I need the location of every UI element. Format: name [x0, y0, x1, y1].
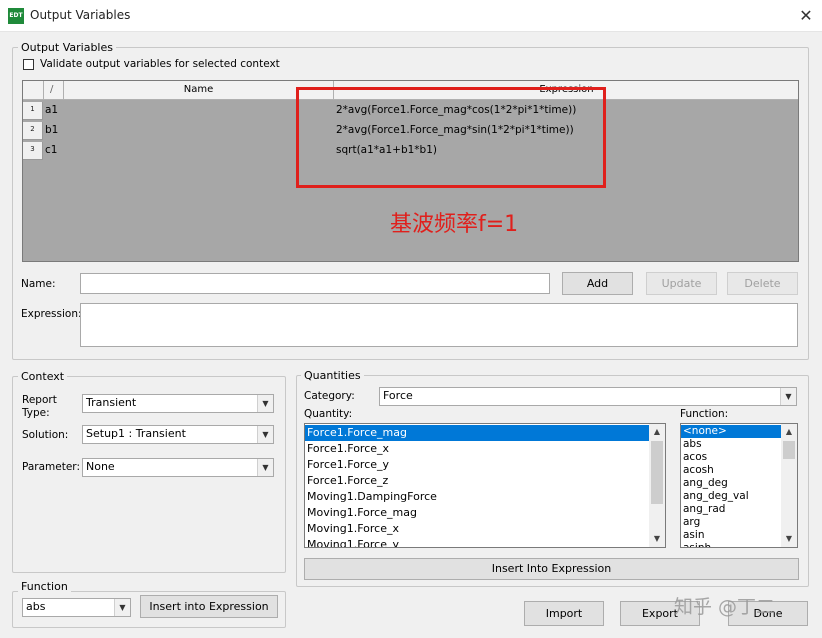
list-item[interactable]: Force1.Force_z: [305, 473, 649, 489]
context-legend: Context: [18, 370, 68, 383]
list-item[interactable]: ang_deg_val: [681, 490, 781, 503]
scroll-up-icon[interactable]: ▲: [781, 424, 797, 440]
title-bar: EDT Output Variables ✕: [0, 0, 822, 32]
table-cell-name[interactable]: c1: [45, 144, 57, 156]
insert-into-expression-button[interactable]: Insert Into Expression: [304, 558, 799, 580]
function-legend: Function: [18, 580, 71, 593]
solution-select[interactable]: Setup1 : Transient ▼: [82, 425, 274, 444]
expression-input[interactable]: [80, 303, 798, 347]
report-type-label: Report: [22, 394, 57, 406]
window-title: Output Variables: [30, 8, 131, 22]
insert-function-button[interactable]: Insert into Expression: [140, 595, 278, 618]
chevron-down-icon[interactable]: ▼: [257, 459, 273, 476]
list-item[interactable]: ang_deg: [681, 477, 781, 490]
list-item[interactable]: asinh: [681, 542, 781, 547]
quantities-legend: Quantities: [301, 369, 364, 382]
sort-indicator: /: [44, 81, 64, 100]
list-item[interactable]: ang_rad: [681, 503, 781, 516]
parameter-label: Parameter:: [22, 461, 80, 473]
table-cell-name[interactable]: a1: [45, 104, 58, 116]
list-item[interactable]: abs: [681, 438, 781, 451]
row-number[interactable]: 3: [23, 142, 43, 160]
update-button[interactable]: Update: [646, 272, 717, 295]
category-value: Force: [383, 389, 413, 402]
scroll-up-icon[interactable]: ▲: [649, 424, 665, 440]
close-icon[interactable]: ✕: [795, 5, 817, 27]
chevron-down-icon[interactable]: ▼: [257, 395, 273, 412]
column-header-name[interactable]: Name: [64, 81, 334, 100]
add-button[interactable]: Add: [562, 272, 633, 295]
import-button[interactable]: Import: [524, 601, 604, 626]
list-item[interactable]: arg: [681, 516, 781, 529]
list-item[interactable]: acos: [681, 451, 781, 464]
scroll-thumb[interactable]: [651, 441, 663, 504]
annotation-box: [296, 87, 606, 188]
list-item[interactable]: asin: [681, 529, 781, 542]
chevron-down-icon[interactable]: ▼: [114, 599, 130, 616]
corner-header: [23, 81, 44, 100]
list-item[interactable]: Moving1.DampingForce: [305, 489, 649, 505]
function-list[interactable]: <none> abs acos acosh ang_deg ang_deg_va…: [680, 423, 798, 548]
row-number[interactable]: 1: [23, 102, 43, 120]
solution-value: Setup1 : Transient: [86, 427, 186, 440]
name-label: Name:: [21, 278, 56, 290]
quantity-label: Quantity:: [304, 408, 353, 420]
function-label: Function:: [680, 408, 729, 420]
validate-label: Validate output variables for selected c…: [40, 58, 280, 70]
scroll-thumb[interactable]: [783, 441, 795, 459]
report-type-value: Transient: [86, 396, 137, 409]
validate-checkbox[interactable]: [23, 59, 34, 70]
output-variables-legend: Output Variables: [18, 41, 116, 54]
category-select[interactable]: Force ▼: [379, 387, 797, 406]
solution-label: Solution:: [22, 429, 69, 441]
chevron-down-icon[interactable]: ▼: [780, 388, 796, 405]
quantity-scrollbar[interactable]: ▲ ▼: [649, 424, 665, 547]
list-item[interactable]: Moving1.Force_x: [305, 521, 649, 537]
table-cell-name[interactable]: b1: [45, 124, 58, 136]
row-number[interactable]: 2: [23, 122, 43, 140]
list-item[interactable]: Force1.Force_y: [305, 457, 649, 473]
report-type-label-line2: Type:: [22, 407, 50, 419]
list-item[interactable]: acosh: [681, 464, 781, 477]
function-select[interactable]: abs ▼: [22, 598, 131, 617]
list-item[interactable]: <none>: [681, 425, 781, 438]
report-type-select[interactable]: Transient ▼: [82, 394, 274, 413]
function-value: abs: [26, 600, 46, 613]
scroll-down-icon[interactable]: ▼: [781, 531, 797, 547]
delete-button[interactable]: Delete: [727, 272, 798, 295]
watermark: 知乎 @丁二: [674, 596, 776, 618]
expression-label: Expression:: [21, 308, 82, 320]
category-label: Category:: [304, 390, 355, 402]
chevron-down-icon[interactable]: ▼: [257, 426, 273, 443]
name-input[interactable]: [80, 273, 550, 294]
parameter-value: None: [86, 460, 115, 473]
list-item[interactable]: Moving1.Force_y: [305, 537, 649, 547]
parameter-select[interactable]: None ▼: [82, 458, 274, 477]
app-icon: EDT: [8, 8, 24, 24]
function-scrollbar[interactable]: ▲ ▼: [781, 424, 797, 547]
quantity-list[interactable]: Force1.Force_mag Force1.Force_x Force1.F…: [304, 423, 666, 548]
annotation-text: 基波频率f=1: [390, 212, 519, 237]
list-item[interactable]: Moving1.Force_mag: [305, 505, 649, 521]
scroll-down-icon[interactable]: ▼: [649, 531, 665, 547]
list-item[interactable]: Force1.Force_x: [305, 441, 649, 457]
list-item[interactable]: Force1.Force_mag: [305, 425, 649, 441]
